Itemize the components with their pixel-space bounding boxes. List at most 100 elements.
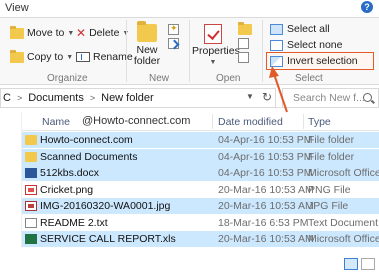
select-all-icon <box>270 23 283 35</box>
new-folder-icon <box>137 21 157 42</box>
file-row[interactable]: README 2.txt 18-Mar-16 6:53 PM Text Docume… <box>22 215 379 231</box>
new-item-icon[interactable] <box>168 23 179 35</box>
group-divider <box>126 20 127 82</box>
file-date: 20-Mar-16 10:53 AM <box>218 183 314 196</box>
file-type: Microsoft Office ... <box>308 167 379 179</box>
chevron-right-icon: > <box>16 93 23 103</box>
file-name: IMG-20160320-WA0001.jpg <box>40 200 171 212</box>
file-row[interactable]: 512kbs.docx 04-Apr-16 10:53 PM Microsoft O… <box>22 165 379 181</box>
file-date: 20-Mar-16 10:53 AM <box>218 233 314 245</box>
edit-icon[interactable] <box>238 38 249 49</box>
text-icon <box>25 217 37 228</box>
copy-to-icon <box>10 49 24 63</box>
ribbon-tab-strip: View ? <box>0 0 379 17</box>
delete-button[interactable]: ✕ Delete ▼ <box>76 25 129 40</box>
invert-selection-button[interactable]: Invert selection <box>270 55 358 67</box>
chevron-down-icon: ▼ <box>209 59 217 66</box>
column-divider[interactable] <box>303 114 304 129</box>
delete-icon: ✕ <box>76 25 87 40</box>
file-type: PNG File <box>308 183 351 196</box>
file-name: Howto-connect.com <box>40 134 133 146</box>
file-name: SERVICE CALL REPORT.xls <box>40 233 176 245</box>
large-icons-view-icon[interactable] <box>361 258 375 270</box>
file-date: 04-Apr-16 10:53 PM <box>218 150 313 163</box>
tab-view[interactable]: View <box>5 2 29 14</box>
select-none-button[interactable]: Select none <box>270 39 342 51</box>
help-icon[interactable]: ? <box>361 1 373 13</box>
breadcrumb-root[interactable]: C <box>3 92 11 104</box>
group-divider <box>262 20 263 82</box>
chevron-down-icon[interactable]: ▼ <box>246 92 254 101</box>
jpg-icon <box>25 201 37 211</box>
file-name: Scanned Documents <box>40 150 138 163</box>
history-icon[interactable] <box>238 52 249 63</box>
chevron-right-icon: > <box>89 93 96 103</box>
invert-selection-icon <box>270 55 283 67</box>
group-label-new: New <box>149 73 170 84</box>
details-view-icon[interactable] <box>344 258 358 270</box>
file-date: 04-Apr-16 10:53 PM <box>218 167 313 179</box>
easy-access-icon[interactable] <box>168 38 179 49</box>
new-folder-label-2: folder <box>133 55 161 67</box>
column-header-type[interactable]: Type <box>308 116 331 128</box>
watermark-text: @Howto-connect.com <box>82 115 191 127</box>
search-icon <box>363 93 372 102</box>
ribbon: Move to ▼ ✕ Delete ▼ Copy to ▼ Rename Or… <box>0 17 379 85</box>
file-name: README 2.txt <box>40 216 108 229</box>
copy-to-button[interactable]: Copy to ▼ <box>10 49 74 63</box>
move-to-icon <box>10 25 24 39</box>
properties-label: Properties <box>192 45 240 57</box>
invert-selection-label: Invert selection <box>287 55 358 67</box>
select-none-icon <box>270 39 283 51</box>
breadcrumb-new-folder[interactable]: New folder <box>101 92 154 104</box>
group-divider <box>189 20 190 82</box>
refresh-icon[interactable]: ↻ <box>262 90 272 104</box>
file-list: Name Date modified Type Howto-connect.co… <box>22 112 379 248</box>
file-row[interactable]: Cricket.png 20-Mar-16 10:53 AM PNG File <box>22 182 379 198</box>
rename-button[interactable]: Rename <box>76 51 133 63</box>
navigation-pane[interactable] <box>0 112 22 248</box>
file-row[interactable]: IMG-20160320-WA0001.jpg 20-Mar-16 10:53 A… <box>22 198 379 214</box>
move-to-button[interactable]: Move to ▼ <box>10 25 74 39</box>
move-to-label: Move to <box>27 27 65 39</box>
address-bar-row: C > Documents > New folder ▼ ↻ Search Ne… <box>0 88 379 108</box>
column-header-row: Name Date modified Type <box>22 112 379 131</box>
open-stack <box>238 22 252 63</box>
column-header-date[interactable]: Date modified <box>218 116 283 128</box>
group-label-organize: Organize <box>47 73 88 84</box>
properties-button[interactable]: Properties ▼ <box>192 24 240 68</box>
png-icon <box>25 184 37 195</box>
select-none-label: Select none <box>287 39 343 51</box>
file-type: Text Document <box>308 216 379 229</box>
search-placeholder: Search New f... <box>293 92 365 104</box>
column-divider[interactable] <box>212 114 213 129</box>
file-type: File folder <box>308 150 355 163</box>
breadcrumb-documents[interactable]: Documents <box>28 92 84 104</box>
group-label-open: Open <box>216 73 241 84</box>
file-date: 18-Mar-16 6:53 PM <box>218 216 309 229</box>
file-date: 04-Apr-16 10:53 PM <box>218 134 313 146</box>
new-folder-button[interactable]: New folder <box>132 21 162 67</box>
delete-label: Delete <box>89 27 120 39</box>
file-row[interactable]: SERVICE CALL REPORT.xls 20-Mar-16 10:53 A… <box>22 231 379 247</box>
file-name: Cricket.png <box>40 183 94 196</box>
folder-icon <box>25 151 37 162</box>
search-input[interactable]: Search New f... <box>282 88 379 108</box>
word-icon <box>25 168 37 178</box>
folder-icon <box>25 135 37 145</box>
file-type: JPG File <box>308 200 349 212</box>
chevron-down-icon: ▼ <box>66 53 74 61</box>
properties-icon <box>204 24 222 44</box>
status-bar <box>0 250 379 276</box>
file-type: Microsoft Office ... <box>308 233 379 245</box>
excel-icon <box>25 234 37 244</box>
new-item-stack <box>168 23 179 49</box>
file-row[interactable]: Howto-connect.com 04-Apr-16 10:53 PM File … <box>22 132 379 148</box>
file-row[interactable]: Scanned Documents 04-Apr-16 10:53 PM File … <box>22 148 379 165</box>
select-all-button[interactable]: Select all <box>270 23 330 35</box>
open-icon[interactable] <box>238 22 252 35</box>
column-header-name[interactable]: Name <box>42 116 70 128</box>
group-label-select: Select <box>295 73 323 84</box>
address-bar[interactable]: C > Documents > New folder <box>0 88 276 108</box>
view-toggle <box>344 258 375 270</box>
